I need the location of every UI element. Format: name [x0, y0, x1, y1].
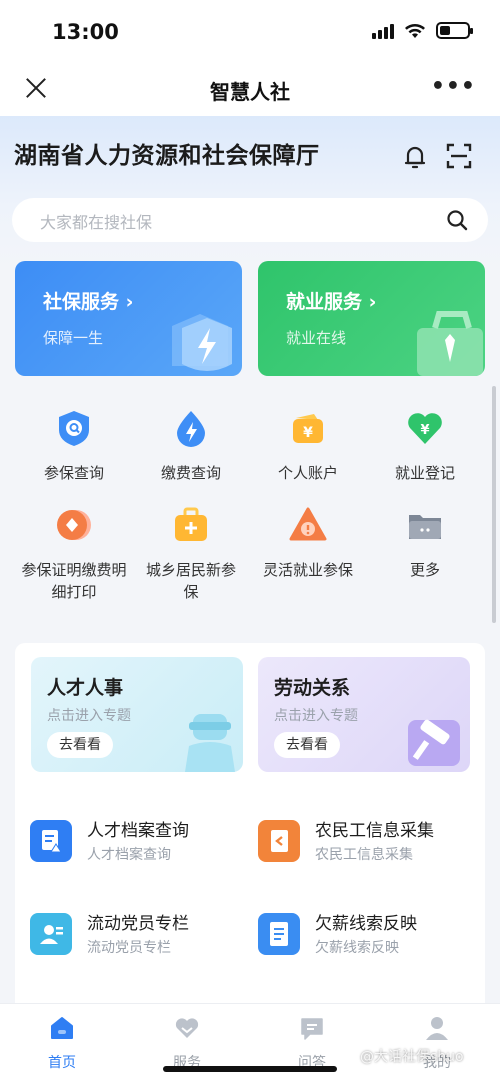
- topic-subtitle: 点击进入专题: [274, 708, 358, 724]
- chevron-right-icon: ›: [125, 291, 134, 313]
- service-title: 农民工信息采集: [315, 821, 434, 841]
- grid-item-label: 参保查询: [43, 464, 104, 482]
- book-arrow-icon: [258, 820, 300, 862]
- grid-item-insurance-query[interactable]: 参保查询: [14, 408, 134, 484]
- folder-more-icon: [409, 515, 441, 539]
- grid-item-label: 缴费查询: [160, 464, 221, 482]
- scrollbar[interactable]: [492, 386, 496, 623]
- tab-label: 首页: [48, 1055, 76, 1071]
- status-bar: 13:00: [0, 0, 500, 64]
- grid-item-employment-registration[interactable]: ¥ 就业登记: [365, 408, 485, 484]
- heart-yuan-icon: ¥: [408, 413, 442, 444]
- bell-icon[interactable]: [403, 144, 427, 170]
- nav-bar: 智慧人社 •••: [0, 64, 500, 116]
- home-indicator[interactable]: [163, 1066, 337, 1072]
- chevron-right-icon: ›: [368, 291, 377, 313]
- page-title: 智慧人社: [210, 80, 290, 104]
- svg-text:¥: ¥: [303, 425, 313, 441]
- briefcase-tie-icon: [417, 311, 483, 376]
- user-card-icon: [30, 913, 72, 955]
- view-button[interactable]: 去看看: [274, 732, 340, 758]
- talent-personnel-topic[interactable]: 人才人事 点击进入专题 去看看: [31, 657, 243, 772]
- warning-triangle-icon: [289, 507, 327, 541]
- service-subtitle: 流动党员专栏: [87, 940, 171, 956]
- view-button[interactable]: 去看看: [47, 732, 113, 758]
- shield-bolt-icon: [172, 314, 232, 371]
- signal-icon: [372, 23, 394, 39]
- tab-home[interactable]: 首页: [17, 1014, 107, 1072]
- topics-section: 人才人事 点击进入专题 去看看 劳动关系 点击进入专题 去看看 人才档案查询 人…: [15, 643, 485, 1003]
- grid-item-certificate-print[interactable]: 参保证明缴费明细打印: [14, 505, 134, 603]
- service-subtitle: 农民工信息采集: [315, 847, 413, 863]
- search-bar[interactable]: 大家都在搜社保: [12, 198, 488, 242]
- wifi-icon: [405, 23, 425, 38]
- social-insurance-card[interactable]: 社保服务 › 保障一生: [15, 261, 242, 376]
- status-time: 13:00: [52, 20, 119, 44]
- search-icon[interactable]: [446, 209, 468, 231]
- scan-icon[interactable]: [446, 143, 472, 169]
- labor-relations-topic[interactable]: 劳动关系 点击进入专题 去看看: [258, 657, 470, 772]
- home-icon: [51, 1017, 73, 1039]
- svg-text:¥: ¥: [420, 423, 429, 438]
- document-warning-icon: [30, 820, 72, 862]
- more-menu-icon[interactable]: •••: [431, 74, 476, 99]
- grid-item-personal-account[interactable]: ¥ 个人账户: [248, 408, 368, 484]
- heart-hands-icon: [175, 1018, 199, 1038]
- service-subtitle: 欠薪线索反映: [315, 940, 399, 956]
- briefcase-plus-icon: [175, 507, 207, 541]
- tab-qa[interactable]: 问答: [267, 1014, 357, 1072]
- service-talent-archive[interactable]: 人才档案查询 人才档案查询: [30, 816, 240, 866]
- grid-item-label: 个人账户: [277, 464, 338, 482]
- grid-item-label: 城乡居民新参保: [145, 561, 236, 601]
- service-wage-arrears-report[interactable]: 欠薪线索反映 欠薪线索反映: [258, 909, 468, 959]
- service-title: 欠薪线索反映: [315, 914, 417, 934]
- grid-item-label: 就业登记: [394, 464, 455, 482]
- grid-item-flexible-employment[interactable]: 灵活就业参保: [248, 505, 368, 581]
- service-migrant-worker-info[interactable]: 农民工信息采集 农民工信息采集: [258, 816, 468, 866]
- header-banner: 湖南省人力资源和社会保障厅: [0, 116, 500, 266]
- worker-figure-icon: [185, 714, 235, 772]
- shield-search-icon: [59, 411, 89, 446]
- card-subtitle: 就业在线: [286, 329, 347, 347]
- battery-icon: [436, 22, 473, 39]
- topic-title: 劳动关系: [274, 677, 351, 699]
- search-placeholder: 大家都在搜社保: [40, 213, 153, 232]
- gavel-icon: [408, 719, 460, 766]
- card-title: 社保服务: [43, 291, 120, 313]
- grid-item-label: 灵活就业参保: [262, 561, 353, 579]
- grid-item-resident-new-insurance[interactable]: 城乡居民新参保: [131, 505, 251, 603]
- grid-item-more[interactable]: 更多: [365, 505, 485, 581]
- topic-title: 人才人事: [47, 677, 124, 699]
- service-mobile-party-member[interactable]: 流动党员专栏 流动党员专栏: [30, 909, 240, 959]
- user-icon: [426, 1017, 448, 1040]
- grid-item-payment-query[interactable]: 缴费查询: [131, 408, 251, 484]
- watermark: @大话社保shuo: [360, 1049, 464, 1065]
- card-subtitle: 保障一生: [43, 329, 104, 347]
- topic-subtitle: 点击进入专题: [47, 708, 131, 724]
- tab-services[interactable]: 服务: [142, 1014, 232, 1072]
- document-lines-icon: [258, 913, 300, 955]
- diamond-printer-icon: [57, 510, 91, 540]
- card-title: 就业服务: [286, 291, 363, 313]
- employment-service-card[interactable]: 就业服务 › 就业在线: [258, 261, 485, 376]
- grid-item-label: 参保证明缴费明细打印: [21, 561, 127, 601]
- water-drop-bolt-icon: [177, 411, 205, 447]
- service-title: 流动党员专栏: [87, 914, 189, 934]
- chat-bubble-icon: [301, 1018, 323, 1040]
- grid-item-label: 更多: [409, 561, 440, 579]
- org-name: 湖南省人力资源和社会保障厅: [14, 143, 320, 169]
- wallet-yuan-icon: ¥: [293, 414, 323, 443]
- service-subtitle: 人才档案查询: [87, 847, 171, 863]
- service-title: 人才档案查询: [87, 821, 189, 841]
